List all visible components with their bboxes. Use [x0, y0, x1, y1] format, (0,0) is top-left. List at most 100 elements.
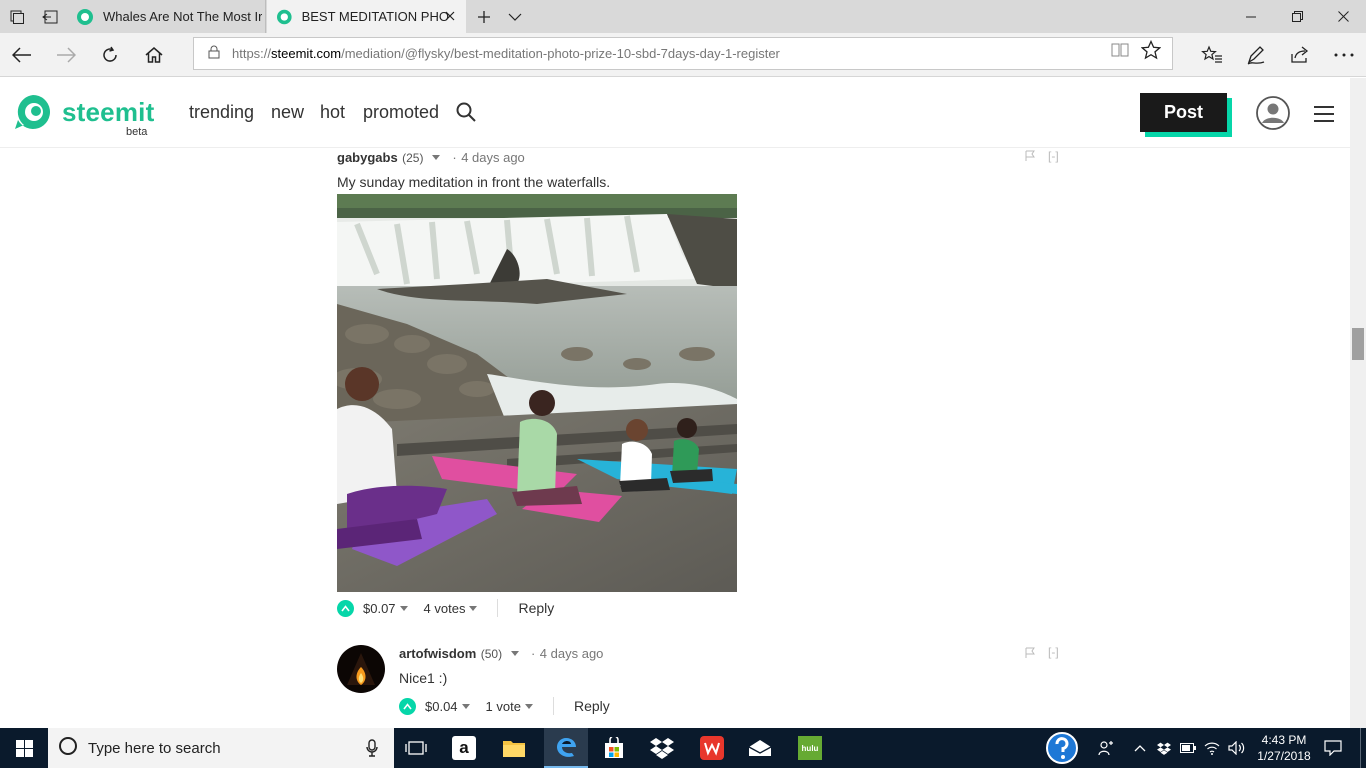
search-icon[interactable] [456, 102, 476, 127]
reading-view-icon[interactable] [1108, 40, 1132, 60]
comment-time[interactable]: 4 days ago [461, 150, 525, 165]
close-window-icon[interactable] [1320, 0, 1366, 33]
hulu-app-icon[interactable]: hulu [792, 728, 828, 768]
tab-preview-chevron-icon[interactable] [498, 0, 531, 33]
scrollbar-thumb[interactable] [1352, 328, 1364, 360]
steemit-logo-icon [15, 95, 50, 129]
favorite-star-icon[interactable] [1139, 40, 1163, 60]
restore-icon[interactable] [1274, 0, 1320, 33]
nav-trending[interactable]: trending [189, 102, 254, 123]
payout-amount[interactable]: $0.04 [425, 699, 458, 714]
store-icon[interactable] [596, 728, 632, 768]
site-header: steemit beta trending new hot promoted P… [0, 78, 1350, 148]
meditation-photo[interactable] [337, 194, 737, 592]
microphone-icon[interactable] [366, 739, 378, 761]
separator-dot: · [531, 646, 536, 661]
post-button-wrap: Post [1140, 93, 1232, 137]
tab-title: Whales Are Not The Most Ir [103, 9, 263, 24]
clock-time: 4:43 PM [1261, 733, 1307, 747]
tab-whales[interactable]: Whales Are Not The Most Ir [67, 0, 266, 33]
flag-icon[interactable] [1025, 647, 1035, 662]
share-icon[interactable] [1280, 37, 1320, 73]
back-icon[interactable] [2, 37, 42, 73]
comments-area: gabygabs (25) · 4 days ago [-] My sunday… [0, 149, 1350, 727]
home-icon[interactable] [134, 37, 174, 73]
minimize-icon[interactable] [1228, 0, 1274, 33]
lock-icon [208, 45, 220, 62]
close-tab-icon[interactable] [442, 8, 458, 24]
help-icon[interactable] [1042, 728, 1082, 768]
comment-time[interactable]: 4 days ago [540, 646, 604, 661]
separator-dot: · [452, 150, 457, 165]
web-note-pen-icon[interactable] [1236, 37, 1276, 73]
reply-link[interactable]: Reply [574, 698, 610, 714]
amazon-app-icon[interactable]: a [446, 728, 482, 768]
address-bar[interactable]: https://steemit.com/mediation/@flysky/be… [193, 37, 1173, 70]
collapse-comment-button[interactable]: [-] [1048, 149, 1059, 163]
upvote-icon[interactable] [337, 599, 354, 617]
volume-icon[interactable] [1226, 728, 1248, 768]
flag-icon[interactable] [1025, 150, 1035, 165]
browser-nav-bar: https://steemit.com/mediation/@flysky/be… [0, 33, 1366, 77]
beta-label: beta [126, 126, 148, 138]
vote-count[interactable]: 1 vote [486, 699, 521, 714]
cortana-circle-icon [58, 736, 78, 760]
url-scheme: https:// [232, 46, 272, 61]
task-view-icon[interactable] [398, 728, 434, 768]
url-path: /mediation/@flysky/best-meditation-photo… [341, 46, 780, 61]
wifi-icon[interactable] [1202, 728, 1222, 768]
author-dropdown-icon[interactable] [510, 651, 519, 657]
more-options-icon[interactable] [1324, 37, 1364, 73]
post-button[interactable]: Post [1140, 93, 1227, 132]
battery-icon[interactable] [1178, 728, 1198, 768]
system-clock[interactable]: 4:43 PM 1/27/2018 [1254, 732, 1314, 764]
payout-amount[interactable]: $0.07 [363, 601, 396, 616]
votes-dropdown-icon[interactable] [524, 703, 533, 709]
user-avatar-icon[interactable] [1256, 96, 1290, 135]
tab-manager-icon[interactable] [0, 0, 33, 33]
tray-chevron-up-icon[interactable] [1130, 728, 1150, 768]
wps-office-icon[interactable] [694, 728, 730, 768]
forward-icon[interactable] [46, 37, 86, 73]
action-center-icon[interactable] [1318, 728, 1348, 768]
author-reputation: (50) [480, 647, 503, 661]
action-divider [552, 697, 554, 715]
clock-date: 1/27/2018 [1257, 749, 1311, 763]
refresh-icon[interactable] [90, 37, 130, 73]
comment-author[interactable]: gabygabs [337, 150, 398, 165]
nav-hot[interactable]: hot [320, 102, 345, 123]
comment-text: My sunday meditation in front the waterf… [337, 174, 611, 190]
new-tab-icon[interactable] [467, 0, 500, 33]
avatar[interactable] [337, 645, 385, 693]
action-divider [497, 599, 499, 617]
taskbar-search-box[interactable]: Type here to search [48, 728, 394, 768]
votes-dropdown-icon[interactable] [469, 605, 478, 611]
payout-dropdown-icon[interactable] [461, 703, 470, 709]
vote-count[interactable]: 4 votes [424, 601, 466, 616]
dropbox-icon[interactable] [644, 728, 680, 768]
windows-start-icon[interactable] [0, 728, 48, 768]
upvote-icon[interactable] [399, 697, 416, 715]
hamburger-menu-icon[interactable] [1313, 105, 1335, 128]
show-desktop-button[interactable] [1360, 728, 1366, 768]
people-icon[interactable] [1094, 728, 1118, 768]
comment-author[interactable]: artofwisdom [399, 646, 476, 661]
nav-promoted[interactable]: promoted [363, 102, 439, 123]
comment-text: Nice1 :) [399, 670, 448, 686]
mail-icon[interactable] [742, 728, 778, 768]
payout-dropdown-icon[interactable] [399, 605, 408, 611]
author-reputation: (25) [402, 151, 424, 165]
dropbox-tray-icon[interactable] [1154, 728, 1174, 768]
nav-new[interactable]: new [271, 102, 304, 123]
tab-best-meditation[interactable]: BEST MEDITATION PHO [267, 0, 466, 33]
amazon-glyph: a [452, 736, 476, 760]
file-explorer-icon[interactable] [496, 728, 532, 768]
author-dropdown-icon[interactable] [431, 155, 440, 161]
favorites-hub-icon[interactable] [1192, 37, 1232, 73]
logo-text: steemit [62, 96, 155, 127]
collapse-comment-button[interactable]: [-] [1048, 645, 1059, 659]
page-scrollbar[interactable] [1350, 78, 1366, 728]
edge-browser-icon[interactable] [544, 728, 588, 768]
reply-link[interactable]: Reply [518, 600, 554, 616]
set-tabs-aside-icon[interactable] [33, 0, 66, 33]
